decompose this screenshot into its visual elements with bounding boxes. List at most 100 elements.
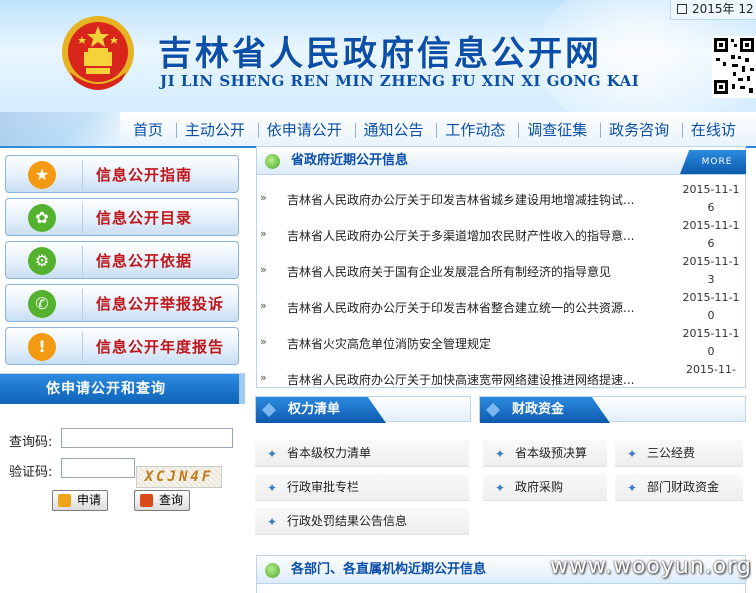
power-list-panel: 权力清单 ✦ 省本级权力清单 ✦ 行政审批专栏 ✦ 行政处罚结果公告信息 bbox=[255, 396, 471, 544]
search-icon bbox=[140, 494, 153, 507]
news-item[interactable]: » 吉林省火灾高危单位消防安全管理规定 2015-11-10 bbox=[257, 327, 745, 363]
double-arrow-icon: » bbox=[260, 191, 267, 204]
query-button-label: 查询 bbox=[159, 493, 184, 507]
finance-item-label: 政府采购 bbox=[515, 480, 564, 494]
news-date: 2015-11-16 bbox=[682, 183, 740, 214]
divider bbox=[82, 160, 83, 190]
divider bbox=[82, 203, 83, 233]
query-code-label: 查询码: bbox=[9, 435, 53, 450]
diamond-bullet-icon: ✦ bbox=[495, 447, 506, 461]
menu-label: 信息公开举报投诉 bbox=[96, 295, 225, 313]
power-item-penalty[interactable]: ✦ 行政处罚结果公告信息 bbox=[255, 508, 469, 535]
nav-item-on-request[interactable]: 依申请公开 bbox=[257, 112, 351, 148]
query-code-input[interactable] bbox=[61, 428, 233, 448]
finance-tab[interactable]: 财政资金 bbox=[480, 397, 610, 423]
diamond-bullet-icon: ✦ bbox=[495, 481, 506, 495]
news-item[interactable]: » 吉林省人民政府关于国有企业发展混合所有制经济的指导意见 2015-11-13 bbox=[257, 255, 745, 291]
power-item-approval[interactable]: ✦ 行政审批专栏 bbox=[255, 474, 469, 501]
gear-icon: ⚙ bbox=[28, 247, 56, 275]
diamond-bullet-icon: ✦ bbox=[627, 447, 638, 461]
recent-info-panel: 省政府近期公开信息 MORE » 吉林省人民政府办公厅关于印发吉林省城乡建设用地… bbox=[256, 146, 746, 388]
news-title[interactable]: 吉林省人民政府关于国有企业发展混合所有制经济的指导意见 bbox=[287, 263, 671, 280]
site-header: 吉林省人民政府信息公开网 JI LIN SHENG REN MIN ZHENG … bbox=[0, 0, 756, 112]
menu-guide-button[interactable]: ★ 信息公开指南 bbox=[5, 155, 239, 193]
nav-item-surveys[interactable]: 调查征集 bbox=[518, 112, 596, 148]
finance-item-three-expenses[interactable]: ✦ 三公经费 bbox=[615, 440, 743, 467]
nav-item-work-news[interactable]: 工作动态 bbox=[436, 112, 514, 148]
finance-header: 财政资金 bbox=[479, 396, 746, 423]
news-title[interactable]: 吉林省火灾高危单位消防安全管理规定 bbox=[287, 335, 671, 352]
calendar-icon bbox=[677, 4, 687, 14]
star-icon: ★ bbox=[28, 161, 56, 189]
apply-button[interactable]: 申请 bbox=[52, 490, 109, 511]
news-date: 2015-11- bbox=[686, 363, 736, 376]
diamond-bullet-icon: ✦ bbox=[627, 481, 638, 495]
divider bbox=[82, 332, 83, 362]
menu-label: 信息公开目录 bbox=[96, 209, 193, 227]
menu-basis-button[interactable]: ⚙ 信息公开依据 bbox=[5, 241, 239, 279]
power-list-tab[interactable]: 权力清单 bbox=[256, 397, 386, 423]
double-arrow-icon: » bbox=[260, 227, 267, 240]
apply-panel-title: 依申请公开和查询 bbox=[46, 381, 166, 397]
flower-icon: ✿ bbox=[28, 204, 56, 232]
finance-item-label: 部门财政资金 bbox=[647, 480, 720, 494]
diamond-bullet-icon: ✦ bbox=[267, 481, 278, 495]
nav-item-home[interactable]: 首页 bbox=[124, 112, 172, 148]
double-arrow-icon: » bbox=[260, 335, 267, 348]
exclamation-icon: ! bbox=[28, 333, 56, 361]
menu-catalog-button[interactable]: ✿ 信息公开目录 bbox=[5, 198, 239, 236]
news-item[interactable]: » 吉林省人民政府办公厅关于多渠道增加农民财产性收入的指导意... 2015-1… bbox=[257, 219, 745, 255]
menu-label: 信息公开年度报告 bbox=[96, 338, 225, 356]
department-info-title: 各部门、各直属机构近期公开信息 bbox=[291, 562, 487, 577]
divider bbox=[82, 246, 83, 276]
date-display: 2015年 12 bbox=[670, 0, 756, 20]
news-list: » 吉林省人民政府办公厅关于印发吉林省城乡建设用地增减挂钩试... 2015-1… bbox=[257, 183, 745, 387]
finance-item-label: 三公经费 bbox=[647, 446, 696, 460]
power-item-label: 行政处罚结果公告信息 bbox=[287, 514, 408, 528]
captcha-image[interactable]: XCJN4F bbox=[136, 466, 222, 488]
finance-panel: 财政资金 ✦ 省本级预决算 ✦ 三公经费 ✦ 政府采购 ✦ 部门财政资金 bbox=[479, 396, 746, 544]
national-emblem-icon bbox=[62, 16, 134, 90]
news-item[interactable]: » 吉林省人民政府办公厅关于加快高速宽带网络建设推进网络提速... 2015-1… bbox=[257, 363, 745, 387]
site-subtitle: JI LIN SHENG REN MIN ZHENG FU XIN XI GON… bbox=[160, 72, 640, 90]
news-item[interactable]: » 吉林省人民政府办公厅关于印发吉林省城乡建设用地增减挂钩试... 2015-1… bbox=[257, 183, 745, 219]
recent-info-title: 省政府近期公开信息 bbox=[291, 153, 409, 168]
news-title[interactable]: 吉林省人民政府办公厅关于印发吉林省整合建立统一的公共资源... bbox=[287, 299, 671, 316]
power-item-label: 行政审批专栏 bbox=[287, 480, 360, 494]
menu-label: 信息公开依据 bbox=[96, 252, 193, 270]
finance-item-budget[interactable]: ✦ 省本级预决算 bbox=[483, 440, 607, 467]
recent-info-header: 省政府近期公开信息 MORE bbox=[257, 147, 746, 175]
site-title: 吉林省人民政府信息公开网 bbox=[158, 34, 602, 74]
refresh-icon bbox=[265, 563, 280, 578]
news-title[interactable]: 吉林省人民政府办公厅关于印发吉林省城乡建设用地增减挂钩试... bbox=[287, 191, 671, 208]
nav-item-proactive[interactable]: 主动公开 bbox=[175, 112, 254, 148]
nav-item-consult[interactable]: 政务咨询 bbox=[600, 112, 678, 148]
power-item-provincial-list[interactable]: ✦ 省本级权力清单 bbox=[255, 440, 469, 467]
nav-decoration bbox=[0, 112, 120, 148]
menu-label: 信息公开指南 bbox=[96, 166, 193, 184]
more-button[interactable]: MORE bbox=[680, 150, 746, 174]
finance-item-procurement[interactable]: ✦ 政府采购 bbox=[483, 474, 607, 501]
nav-item-notices[interactable]: 通知公告 bbox=[354, 112, 433, 148]
hand-icon bbox=[58, 494, 71, 507]
diamond-icon bbox=[485, 402, 501, 418]
phone-icon: ✆ bbox=[28, 290, 56, 318]
nav-list: 首页 主动公开 依申请公开 通知公告 工作动态 调查征集 政务咨询 在线访 bbox=[124, 112, 745, 148]
qr-code-icon[interactable] bbox=[712, 36, 756, 98]
finance-title: 财政资金 bbox=[511, 402, 564, 417]
verify-code-input[interactable] bbox=[61, 458, 135, 478]
finance-item-dept-funds[interactable]: ✦ 部门财政资金 bbox=[615, 474, 743, 501]
news-item[interactable]: » 吉林省人民政府办公厅关于印发吉林省整合建立统一的公共资源... 2015-1… bbox=[257, 291, 745, 327]
power-list-header: 权力清单 bbox=[255, 396, 471, 423]
finance-item-label: 省本级预决算 bbox=[515, 446, 588, 460]
news-date: 2015-11-16 bbox=[682, 219, 740, 250]
nav-item-online[interactable]: 在线访 bbox=[681, 112, 745, 148]
query-button[interactable]: 查询 bbox=[134, 490, 191, 511]
menu-report-button[interactable]: ✆ 信息公开举报投诉 bbox=[5, 284, 239, 322]
verify-code-label: 验证码: bbox=[9, 465, 53, 480]
news-title[interactable]: 吉林省人民政府办公厅关于多渠道增加农民财产性收入的指导意... bbox=[287, 227, 671, 244]
power-item-label: 省本级权力清单 bbox=[287, 446, 372, 460]
news-title[interactable]: 吉林省人民政府办公厅关于加快高速宽带网络建设推进网络提速... bbox=[287, 371, 671, 387]
refresh-icon bbox=[265, 154, 280, 169]
menu-annual-report-button[interactable]: ! 信息公开年度报告 bbox=[5, 327, 239, 365]
